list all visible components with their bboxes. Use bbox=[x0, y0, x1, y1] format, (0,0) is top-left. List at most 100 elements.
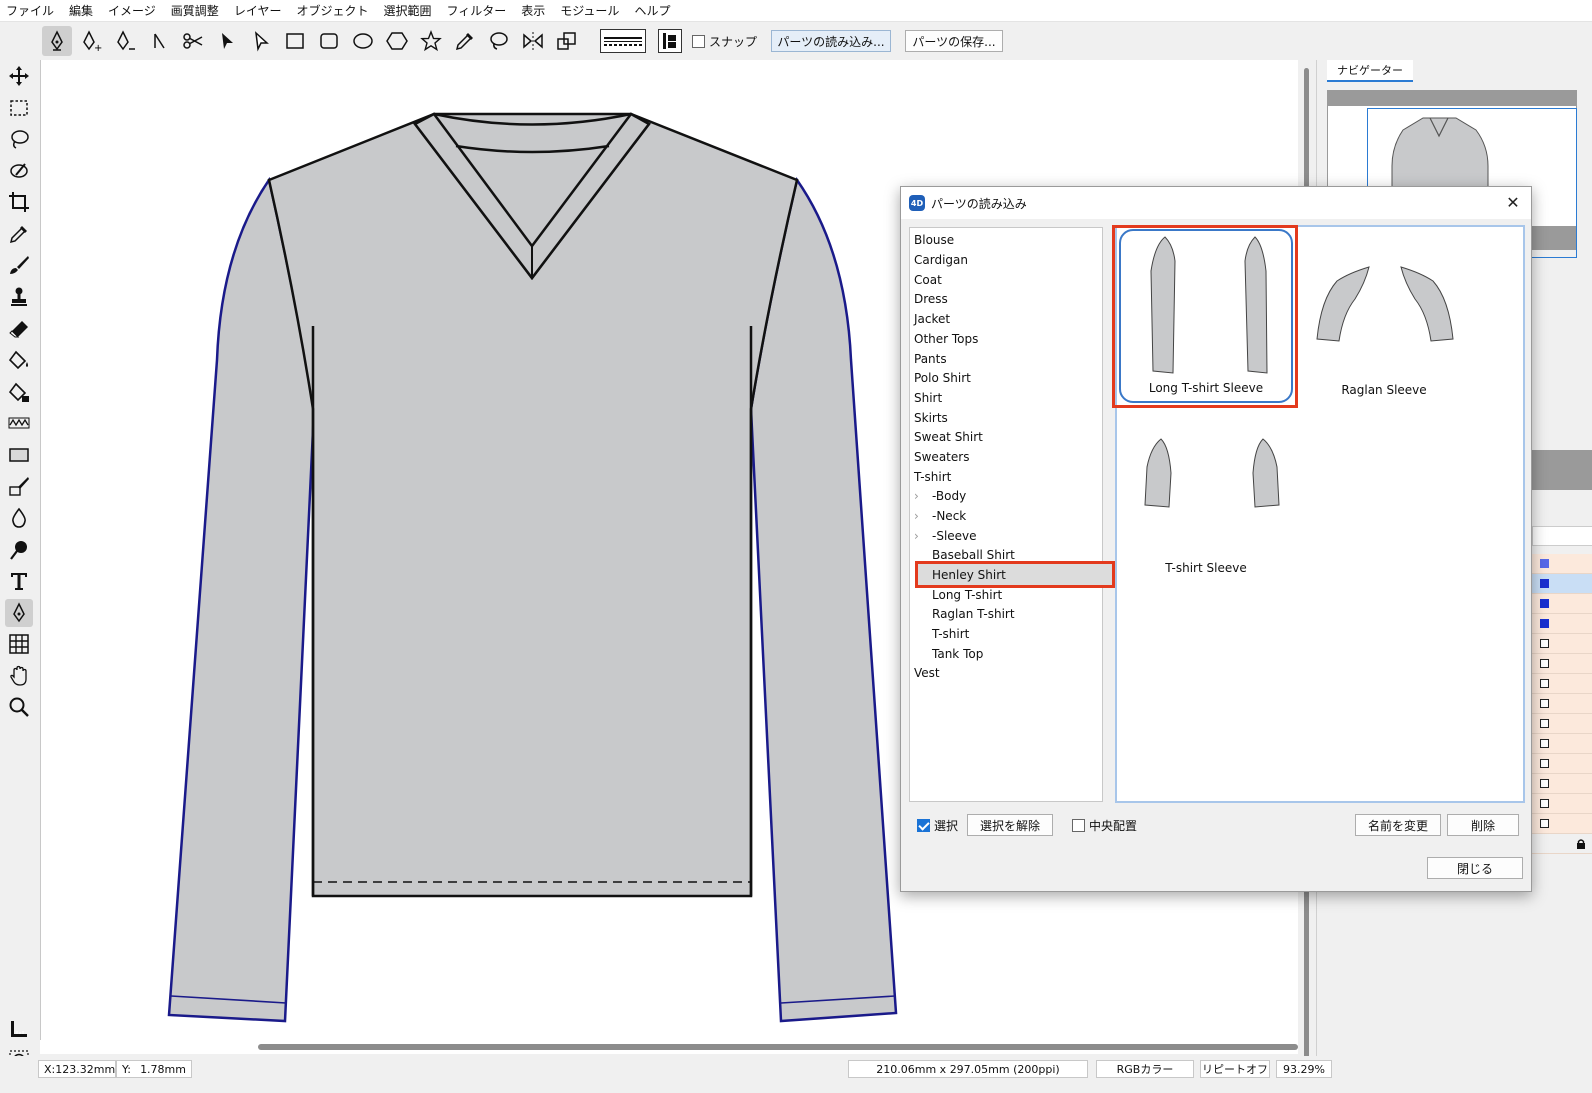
lasso-select-tool[interactable] bbox=[5, 125, 33, 153]
category-item-long-t-shirt[interactable]: Long T-shirt bbox=[932, 585, 1002, 604]
snap-checkbox-box[interactable] bbox=[692, 34, 705, 48]
stamp-tool[interactable] bbox=[5, 283, 33, 311]
layer-row[interactable] bbox=[1532, 794, 1592, 814]
layer-row[interactable] bbox=[1532, 714, 1592, 734]
menu-view[interactable]: 表示 bbox=[521, 2, 545, 19]
category-item-other-tops[interactable]: Other Tops bbox=[914, 329, 978, 348]
category-item-cardigan[interactable]: Cardigan bbox=[914, 250, 968, 269]
layer-blend-select[interactable] bbox=[1532, 526, 1592, 546]
horizontal-scrollbar[interactable] bbox=[40, 1040, 1298, 1054]
layer-row[interactable] bbox=[1532, 814, 1592, 834]
part-tshirt-sleeve[interactable]: T-shirt Sleeve bbox=[1119, 407, 1293, 581]
text-tool[interactable] bbox=[5, 567, 33, 595]
horizontal-scroll-thumb[interactable] bbox=[258, 1044, 1298, 1050]
chevron-right-icon[interactable]: › bbox=[914, 489, 919, 503]
mirror-tool-button[interactable] bbox=[518, 26, 548, 56]
blur-tool[interactable] bbox=[5, 504, 33, 532]
menu-help[interactable]: ヘルプ bbox=[634, 2, 670, 19]
zoom-level[interactable]: 93.29% bbox=[1276, 1060, 1332, 1078]
polygon-tool-button[interactable] bbox=[382, 26, 412, 56]
category-item-sweat-shirt[interactable]: Sweat Shirt bbox=[914, 427, 983, 446]
chevron-right-icon[interactable]: › bbox=[914, 529, 919, 543]
layer-row[interactable] bbox=[1532, 654, 1592, 674]
select-tool-button[interactable] bbox=[212, 26, 242, 56]
pen-remove-tool-button[interactable] bbox=[110, 26, 140, 56]
left-sleeve[interactable] bbox=[167, 176, 316, 1023]
category-item-jacket[interactable]: Jacket bbox=[914, 309, 950, 328]
part-raglan-sleeve[interactable]: Raglan Sleeve bbox=[1297, 229, 1471, 403]
layer-row[interactable] bbox=[1532, 574, 1592, 594]
transform-tool-button[interactable] bbox=[552, 26, 582, 56]
corner-tool-button[interactable] bbox=[144, 26, 174, 56]
load-parts-button[interactable]: パーツの読み込み... bbox=[771, 30, 892, 52]
brush-tool[interactable] bbox=[5, 251, 33, 279]
category-item-dress[interactable]: Dress bbox=[914, 289, 948, 308]
pen-add-tool-button[interactable]: + bbox=[76, 26, 106, 56]
save-parts-button[interactable]: パーツの保存... bbox=[905, 30, 1004, 52]
menu-filter[interactable]: フィルター bbox=[446, 2, 506, 19]
center-checkbox-box[interactable] bbox=[1072, 819, 1085, 832]
dodge-tool[interactable] bbox=[5, 536, 33, 564]
deselect-button[interactable]: 選択を解除 bbox=[967, 814, 1053, 836]
menu-module[interactable]: モジュール bbox=[560, 2, 619, 19]
pen-tool[interactable] bbox=[5, 599, 33, 627]
grid-tool[interactable] bbox=[5, 630, 33, 658]
select-checkbox-box[interactable] bbox=[917, 819, 930, 832]
select-checkbox[interactable]: 選択 bbox=[917, 817, 958, 834]
category-item-shirt[interactable]: Shirt bbox=[914, 388, 942, 407]
direct-select-tool-button[interactable] bbox=[246, 26, 276, 56]
delete-button[interactable]: 削除 bbox=[1447, 814, 1519, 836]
layer-row[interactable] bbox=[1532, 614, 1592, 634]
shape-tool[interactable] bbox=[5, 441, 33, 469]
fill-tool[interactable] bbox=[5, 346, 33, 374]
category-item-pants[interactable]: Pants bbox=[914, 349, 947, 368]
menu-selection[interactable]: 選択範囲 bbox=[383, 2, 431, 19]
category-item-henley-shirt[interactable]: Henley Shirt bbox=[932, 565, 1006, 584]
menu-layer[interactable]: レイヤー bbox=[234, 2, 282, 19]
menu-edit[interactable]: 編集 bbox=[69, 2, 93, 19]
tab-navigator[interactable]: ナビゲーター bbox=[1327, 60, 1413, 82]
category-item-body[interactable]: › -Body bbox=[914, 486, 966, 505]
category-item-raglan-t-shirt[interactable]: Raglan T-shirt bbox=[932, 604, 1015, 623]
category-item-coat[interactable]: Coat bbox=[914, 270, 942, 289]
line-style-selector[interactable] bbox=[600, 29, 646, 53]
category-item-baseball-shirt[interactable]: Baseball Shirt bbox=[932, 545, 1015, 564]
rename-button[interactable]: 名前を変更 bbox=[1355, 814, 1441, 836]
menu-image[interactable]: イメージ bbox=[108, 2, 156, 19]
layer-row[interactable] bbox=[1532, 674, 1592, 694]
eyedropper-tool-button[interactable] bbox=[450, 26, 480, 56]
category-item-sleeve[interactable]: › -Sleeve bbox=[914, 526, 977, 545]
crop-tool[interactable] bbox=[5, 188, 33, 216]
repeat-mode[interactable]: リピートオフ bbox=[1200, 1060, 1270, 1078]
marquee-tool[interactable] bbox=[5, 94, 33, 122]
scissors-tool-button[interactable] bbox=[178, 26, 208, 56]
align-button[interactable] bbox=[658, 29, 682, 53]
layer-row[interactable] bbox=[1532, 634, 1592, 654]
category-item-skirts[interactable]: Skirts bbox=[914, 408, 948, 427]
ruler-tool[interactable] bbox=[5, 1015, 33, 1043]
menu-adjust[interactable]: 画質調整 bbox=[171, 2, 219, 19]
color-picker-tool[interactable] bbox=[5, 220, 33, 248]
layer-row[interactable] bbox=[1532, 734, 1592, 754]
close-button[interactable]: 閉じる bbox=[1427, 857, 1523, 879]
category-item-vest[interactable]: Vest bbox=[914, 663, 940, 682]
rectangle-tool-button[interactable] bbox=[280, 26, 310, 56]
eraser-tool[interactable] bbox=[5, 315, 33, 343]
rounded-rect-tool-button[interactable] bbox=[314, 26, 344, 56]
category-item-sweaters[interactable]: Sweaters bbox=[914, 447, 969, 466]
hand-tool[interactable] bbox=[5, 662, 33, 690]
layer-row[interactable] bbox=[1532, 594, 1592, 614]
close-icon[interactable]: ✕ bbox=[1503, 193, 1523, 213]
dialog-title-bar[interactable]: 4D パーツの読み込み ✕ bbox=[901, 187, 1531, 219]
category-item-neck[interactable]: › -Neck bbox=[914, 506, 966, 525]
layer-row[interactable] bbox=[1532, 554, 1592, 574]
magic-select-tool[interactable] bbox=[5, 157, 33, 185]
color-mode[interactable]: RGBカラー bbox=[1096, 1060, 1194, 1078]
ellipse-tool-button[interactable] bbox=[348, 26, 378, 56]
menu-file[interactable]: ファイル bbox=[6, 2, 54, 19]
stitch-tool[interactable] bbox=[5, 409, 33, 437]
category-item-polo-shirt[interactable]: Polo Shirt bbox=[914, 368, 971, 387]
star-tool-button[interactable] bbox=[416, 26, 446, 56]
lasso-tool-button[interactable] bbox=[484, 26, 514, 56]
move-tool[interactable] bbox=[5, 62, 33, 90]
